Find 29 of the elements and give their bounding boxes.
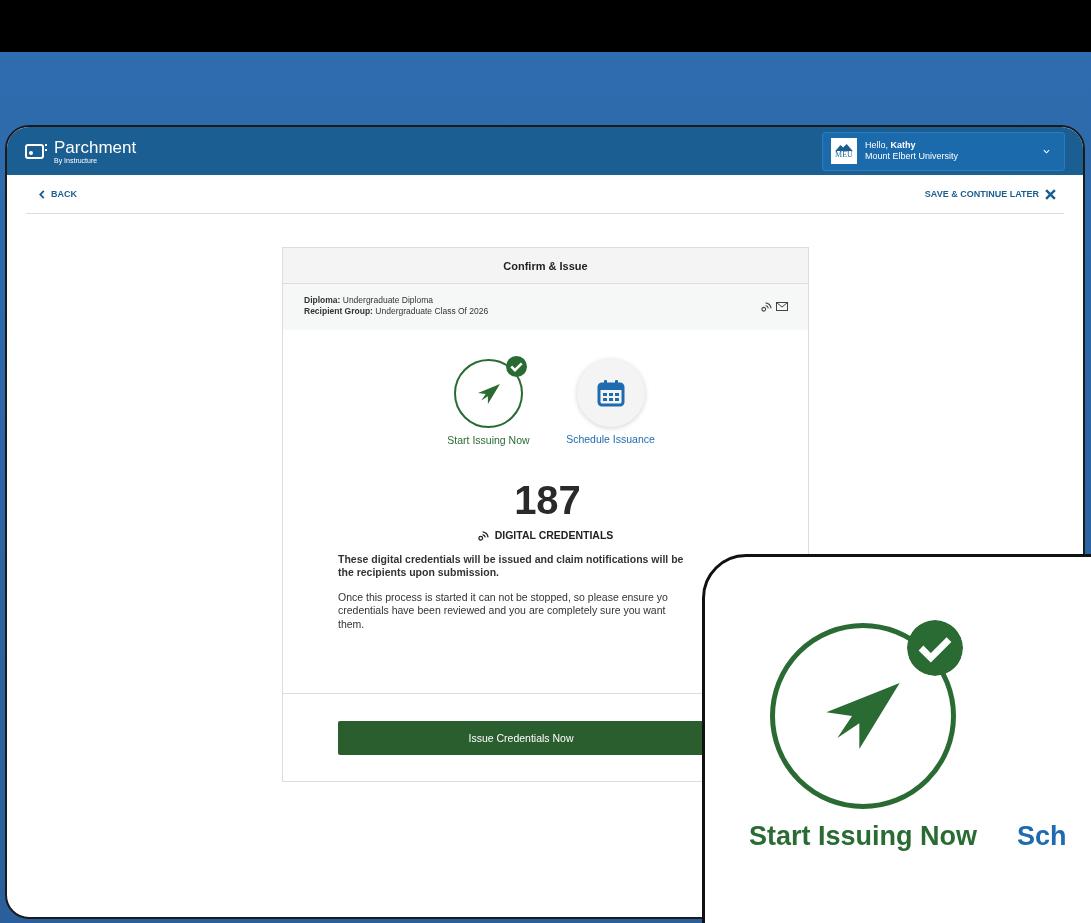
account-menu[interactable]: MEU Hello, Kathy Mount Elbert University	[822, 131, 1065, 171]
save-continue-later-link[interactable]: SAVE & CONTINUE LATER	[924, 188, 1056, 200]
org-logo: MEU	[831, 138, 857, 164]
count-label: DIGITAL CREDENTIALS	[494, 529, 614, 541]
digital-credential-icon	[477, 529, 489, 541]
notice-text: These digital credentials will be issued and claim notifications will be	[338, 553, 685, 567]
check-badge-icon	[907, 620, 963, 676]
chevron-down-icon	[1043, 148, 1050, 154]
digital-credential-icon	[761, 300, 772, 312]
back-link[interactable]: BACK	[39, 189, 77, 199]
warning-text: Once this process is started it can not be stopped, so please ensure yo	[338, 591, 669, 605]
close-icon	[1045, 188, 1056, 200]
credential-count: 187	[513, 480, 582, 520]
paper-plane-icon	[826, 683, 900, 749]
logo-icon	[25, 141, 49, 160]
warning-text: credentials have been reviewed and you are completely sure you want	[338, 604, 667, 618]
notice-text: the recipients upon submission.	[338, 566, 501, 580]
calendar-icon	[596, 379, 625, 407]
detail-text: Diploma: Undergraduate Diploma	[304, 294, 434, 306]
chevron-left-icon	[39, 189, 45, 199]
card-title: Confirm & Issue	[283, 248, 808, 284]
logo-name: Parchment	[54, 138, 137, 156]
check-badge-icon	[506, 356, 527, 377]
warning-text: them.	[338, 617, 366, 631]
detail-text: Recipient Group: Undergraduate Class Of 2026	[304, 306, 489, 318]
issuance-option[interactable]: Sch	[1017, 821, 1067, 852]
paper-plane-icon	[477, 383, 500, 404]
issue-credentials-button[interactable]: Issue Credentials Now	[338, 720, 704, 755]
mail-icon	[776, 301, 788, 311]
